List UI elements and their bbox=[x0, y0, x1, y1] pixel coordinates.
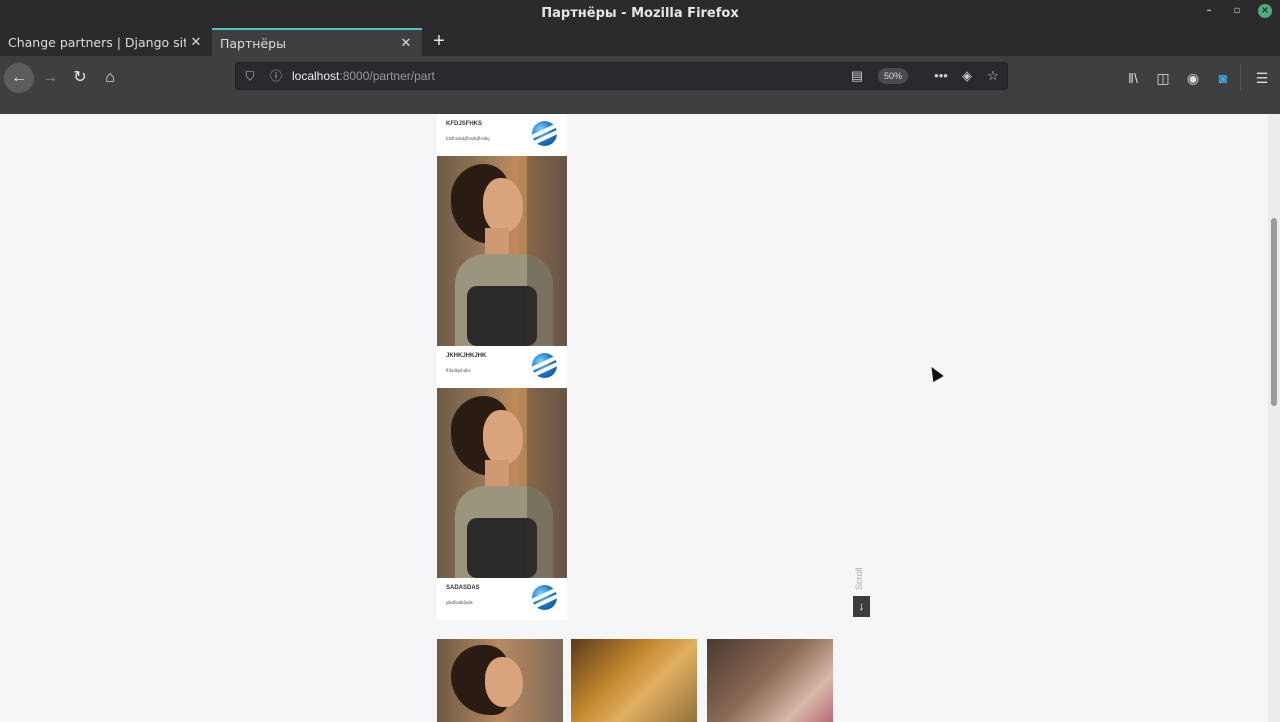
globe-logo-icon bbox=[532, 121, 557, 146]
tab-title: Change partners | Django site adm bbox=[8, 34, 186, 50]
gallery-image-food[interactable] bbox=[571, 639, 697, 722]
navigation-toolbar: ← → ↻ ⌂ ⛉ ⓘ localhost:8000/partner/part … bbox=[0, 56, 1280, 114]
sidebar-icon[interactable]: ◫ bbox=[1153, 68, 1173, 88]
partner-card[interactable]: KFDJSFHKS fdsfhsdskjfhsdkjfhsdkj bbox=[437, 114, 567, 156]
partner-description: fdsfhsdskjfhsdkjfhsdkj bbox=[446, 136, 490, 141]
hamburger-menu-icon[interactable]: ☰ bbox=[1252, 68, 1272, 88]
url-path: :8000/partner/part bbox=[339, 69, 435, 83]
partner-photo[interactable] bbox=[437, 156, 567, 346]
maximize-icon[interactable]: ▫ bbox=[1230, 4, 1244, 18]
window-controls: – ▫ × bbox=[1202, 4, 1272, 18]
toolbar-separator bbox=[1240, 64, 1241, 90]
globe-logo-icon bbox=[532, 585, 557, 610]
url-text[interactable]: localhost:8000/partner/part bbox=[292, 69, 435, 83]
zoom-level-badge[interactable]: 50% bbox=[878, 68, 908, 84]
partner-name: JKHKJHKJHK bbox=[446, 353, 487, 359]
partner-name: SADASDAS bbox=[446, 585, 480, 591]
reload-icon[interactable]: ↻ bbox=[65, 63, 95, 93]
globe-logo-icon bbox=[532, 353, 557, 378]
url-host: localhost bbox=[292, 69, 340, 83]
gallery-image-woman[interactable] bbox=[437, 639, 563, 722]
url-bar[interactable]: ⛉ ⓘ localhost:8000/partner/part ▤ 50% ••… bbox=[235, 62, 1008, 90]
partner-name: KFDJSFHKS bbox=[446, 121, 483, 127]
tab-title: Партнёры bbox=[220, 35, 286, 51]
scrollbar-thumb[interactable] bbox=[1271, 218, 1277, 406]
page-content: KFDJSFHKS fdsfhsdskjfhsdkjfhsdkj JKHKJHK… bbox=[0, 114, 1268, 722]
partners-column: KFDJSFHKS fdsfhsdskjfhsdkjfhsdkj JKHKJHK… bbox=[437, 114, 567, 620]
window-title: Партнёры - Mozilla Firefox bbox=[541, 6, 739, 21]
forward-arrow-icon[interactable]: → bbox=[35, 63, 65, 93]
account-icon[interactable]: ◉ bbox=[1183, 68, 1203, 88]
info-icon[interactable]: ⓘ bbox=[268, 68, 284, 84]
home-icon[interactable]: ⌂ bbox=[95, 63, 125, 93]
page-scrollbar[interactable] bbox=[1268, 114, 1280, 722]
partner-description: fhfsdkjshdks bbox=[446, 368, 471, 373]
reader-view-icon[interactable]: ▤ bbox=[848, 68, 866, 84]
tab-partners[interactable]: Партнёры ✕ bbox=[212, 28, 422, 56]
bookmark-star-icon[interactable]: ☆ bbox=[984, 68, 1002, 84]
pocket-icon[interactable]: ◈ bbox=[958, 68, 976, 84]
library-icon[interactable]: ‖\ bbox=[1123, 68, 1143, 88]
minimize-icon[interactable]: – bbox=[1202, 4, 1216, 18]
close-window-icon[interactable]: × bbox=[1258, 4, 1272, 18]
partner-card[interactable]: SADASDAS jdkdfjsdkfjsdk bbox=[437, 578, 567, 620]
scroll-down-arrow-icon[interactable]: ↓ bbox=[853, 596, 870, 617]
screenshot-icon[interactable]: ◙ bbox=[1213, 68, 1233, 88]
tab-close-icon[interactable]: ✕ bbox=[396, 36, 416, 51]
partner-card[interactable]: JKHKJHKJHK fhfsdkjshdks bbox=[437, 346, 567, 388]
more-dots-icon[interactable]: ••• bbox=[932, 68, 950, 84]
gallery-grid bbox=[437, 639, 837, 722]
new-tab-plus-icon[interactable]: + bbox=[428, 28, 450, 56]
tracking-shield-icon[interactable]: ⛉ bbox=[242, 68, 258, 84]
tab-bar: Change partners | Django site adm ✕ Парт… bbox=[0, 28, 1280, 56]
partner-description: jdkdfjsdkfjsdk bbox=[446, 600, 473, 605]
tab-close-icon[interactable]: ✕ bbox=[186, 35, 206, 50]
back-arrow-icon[interactable]: ← bbox=[4, 63, 34, 93]
window-titlebar: Партнёры - Mozilla Firefox – ▫ × bbox=[0, 0, 1280, 28]
tab-change-partners[interactable]: Change partners | Django site adm ✕ bbox=[0, 28, 212, 56]
scroll-label: Scroll bbox=[854, 567, 864, 590]
gallery-image-beauty[interactable] bbox=[707, 639, 833, 722]
partner-photo[interactable] bbox=[437, 388, 567, 578]
